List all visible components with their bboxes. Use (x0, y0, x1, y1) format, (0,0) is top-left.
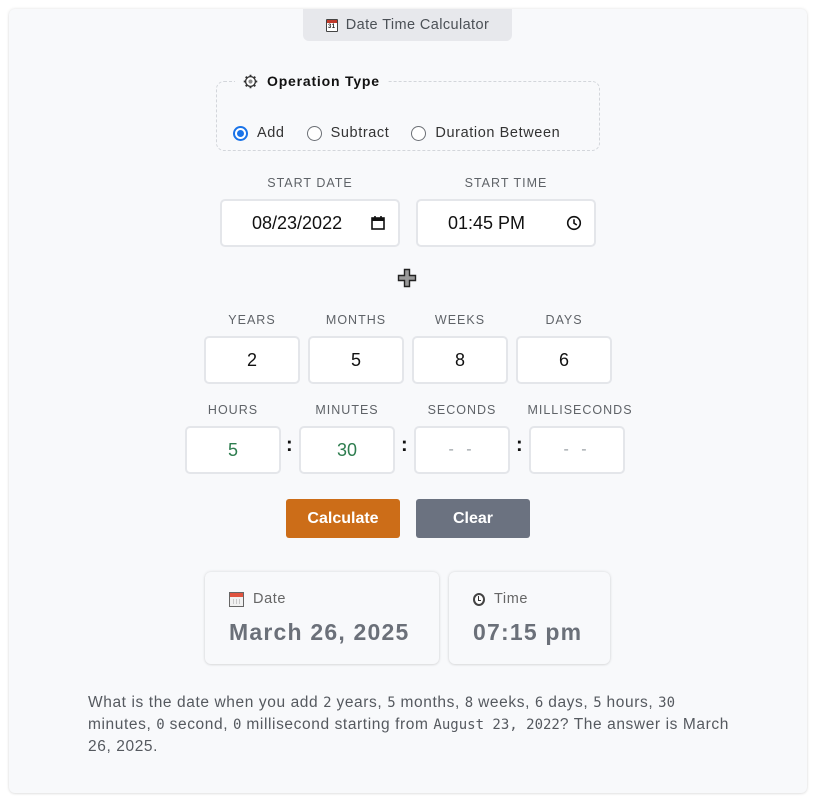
calculate-button[interactable]: Calculate (286, 499, 400, 538)
radio-subtract-label[interactable]: Subtract (331, 125, 390, 141)
hours-input[interactable]: 5 (185, 426, 281, 474)
radio-add[interactable]: Add (233, 125, 285, 141)
years-label: YEARS (228, 313, 276, 327)
days-label: DAYS (545, 313, 583, 327)
desc-text: days, (543, 694, 594, 711)
calendar-icon: 31 (325, 18, 338, 32)
months-label: MONTHS (325, 313, 387, 327)
result-description: What is the date when you add 2 years, 5… (88, 692, 738, 758)
desc-years: 2 (323, 695, 332, 711)
clock-icon[interactable] (566, 215, 582, 231)
days-input[interactable]: 6 (516, 336, 612, 384)
years-input[interactable]: 2 (204, 336, 300, 384)
result-time-card: Time 07:15 pm (449, 572, 610, 664)
time-separator: : (286, 434, 293, 456)
hours-label: HOURS (207, 403, 259, 417)
desc-text: years, (331, 694, 388, 711)
clear-button[interactable]: Clear (416, 499, 530, 538)
time-separator: : (516, 434, 523, 456)
desc-text: months, (395, 694, 465, 711)
result-date-label: Date (253, 591, 287, 607)
radio-subtract-button[interactable] (306, 125, 322, 141)
milliseconds-label: MILLISECONDS (527, 403, 633, 417)
desc-start-date: August 23, 2022 (433, 717, 560, 733)
seconds-input[interactable]: - - (414, 426, 510, 474)
desc-months: 5 (387, 695, 396, 711)
desc-text: hours, (601, 694, 659, 711)
radio-duration-between[interactable]: Duration Between (411, 125, 560, 141)
months-input[interactable]: 5 (308, 336, 404, 384)
operation-type-group: Operation Type Add Subtract Duration Bet… (216, 73, 600, 151)
radio-add-label[interactable]: Add (257, 125, 285, 141)
start-time-label: START TIME (464, 176, 548, 190)
start-time-input[interactable]: 01:45 PM (416, 199, 596, 247)
desc-text: minutes, (88, 716, 157, 733)
desc-weeks: 8 (464, 695, 474, 711)
start-date-label: START DATE (267, 176, 353, 190)
calendar-icon (229, 591, 244, 607)
plus-icon (397, 268, 417, 288)
seconds-label: SECONDS (427, 403, 497, 417)
desc-text: weeks, (473, 694, 535, 711)
result-date-card: Date March 26, 2025 (205, 572, 439, 664)
milliseconds-input[interactable]: - - (529, 426, 625, 474)
radio-add-button[interactable] (233, 125, 248, 141)
radio-duration-between-button[interactable] (411, 125, 427, 141)
desc-text: What is the date when you add (88, 694, 324, 711)
operation-type-legend: Operation Type (235, 73, 388, 89)
result-time-label: Time (494, 591, 529, 607)
minutes-label: MINUTES (315, 403, 379, 417)
time-separator: : (401, 434, 408, 456)
calendar-picker-icon[interactable] (370, 215, 386, 231)
weeks-input[interactable]: 8 (412, 336, 508, 384)
start-date-input[interactable]: 08/23/2022 (220, 199, 400, 247)
desc-seconds: 0 (156, 717, 165, 733)
watch-icon (473, 592, 485, 606)
desc-text: millisecond starting from (241, 716, 434, 733)
desc-text: second, (164, 716, 234, 733)
result-date-value: March 26, 2025 (229, 619, 410, 645)
operation-type-label: Operation Type (267, 73, 380, 89)
minutes-input[interactable]: 30 (299, 426, 395, 474)
desc-hours: 5 (593, 695, 602, 711)
weeks-label: WEEKS (434, 313, 486, 327)
app-title: Date Time Calculator (345, 17, 490, 33)
result-time-value: 07:15 pm (473, 619, 583, 645)
desc-minutes: 30 (658, 695, 675, 711)
app-title-tab: 31 Date Time Calculator (303, 9, 512, 41)
radio-subtract[interactable]: Subtract (306, 125, 390, 141)
radio-duration-between-label[interactable]: Duration Between (435, 125, 560, 141)
gear-icon (243, 74, 258, 88)
